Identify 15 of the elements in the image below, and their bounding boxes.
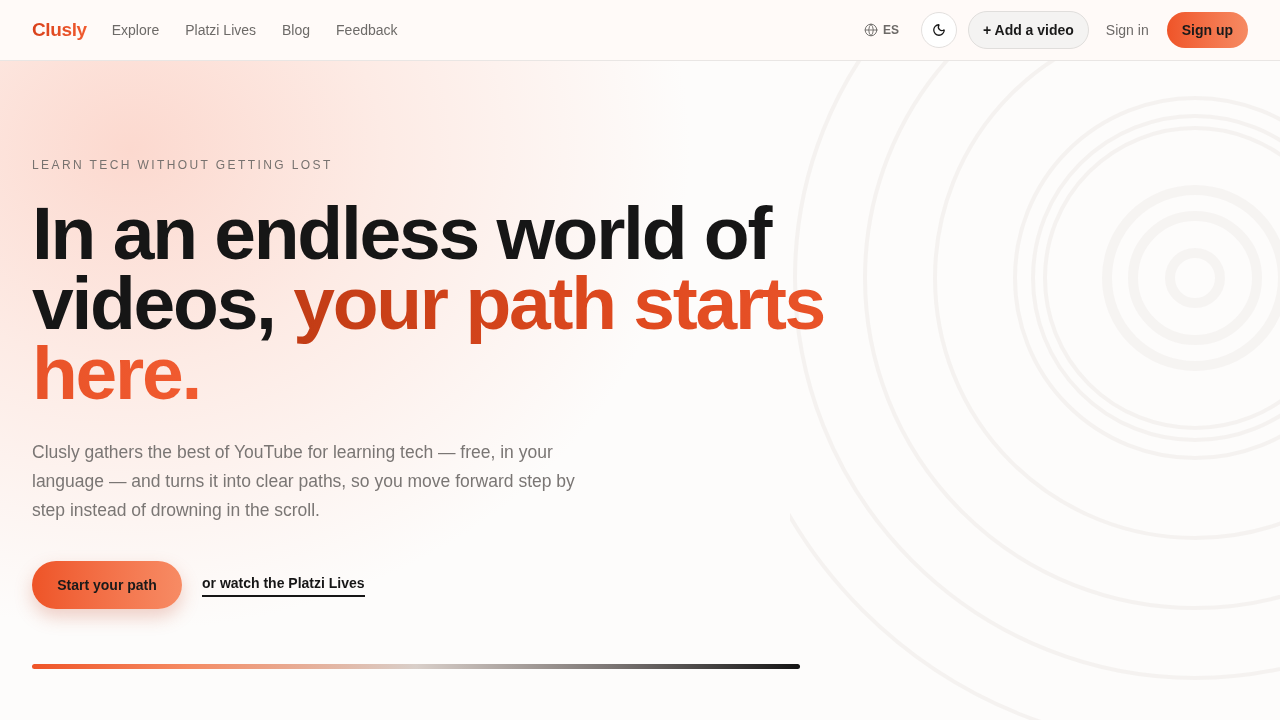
language-button[interactable]: ES xyxy=(863,21,899,39)
sign-up-button[interactable]: Sign up xyxy=(1166,12,1248,48)
nav-link[interactable]: Platzi Lives xyxy=(185,19,257,41)
theme-toggle-button[interactable] xyxy=(920,12,957,48)
sign-in-link[interactable]: Sign in xyxy=(1105,19,1149,41)
hero-description: Clusly gathers the best of YouTube for learning tech — free, in your language — and turns it into clear paths, so you move forward step by step instead of drowning in the scroll. xyxy=(32,441,576,522)
globe-icon xyxy=(863,23,878,37)
platzi-lives-link[interactable]: or watch the Platzi Lives xyxy=(202,573,365,597)
nav-link[interactable]: Explore xyxy=(111,19,160,41)
start-path-button[interactable]: Start your path xyxy=(32,561,182,609)
moon-icon xyxy=(931,23,946,37)
hero-eyebrow: LEARN TECH WITHOUT GETTING LOST xyxy=(32,158,333,172)
nav-link[interactable]: Blog xyxy=(282,19,311,41)
add-video-button[interactable]: + Add a video xyxy=(967,11,1089,49)
nav-link[interactable]: Feedback xyxy=(336,19,398,41)
